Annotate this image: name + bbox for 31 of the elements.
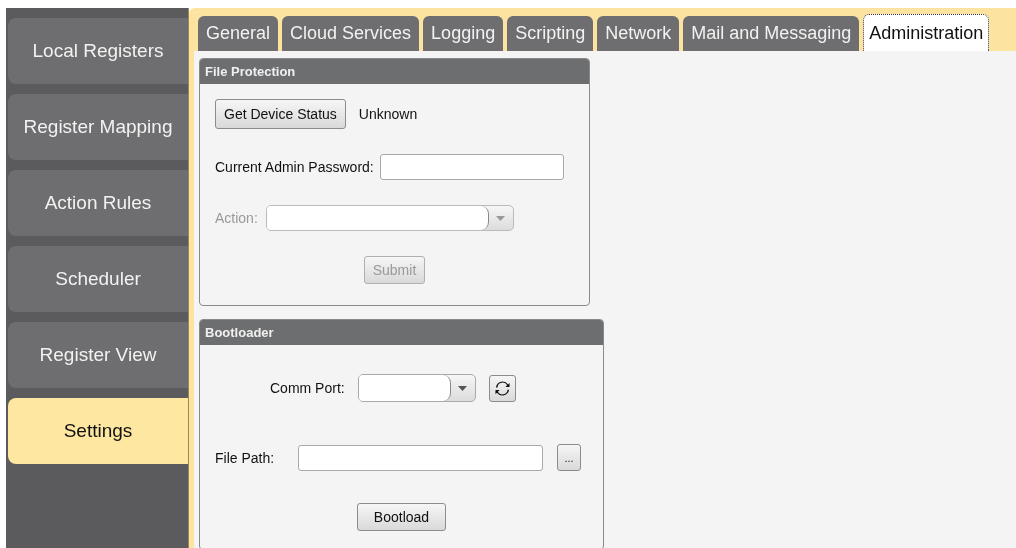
sidebar-item[interactable]: Register View — [8, 322, 188, 388]
refresh-button[interactable] — [488, 374, 516, 402]
sidebar-item[interactable]: Settings — [8, 398, 188, 464]
tab[interactable]: Network — [597, 16, 680, 51]
panel-header: Bootloader — [200, 320, 603, 345]
file-path-field[interactable] — [298, 444, 543, 471]
password-label: Current Admin Password: — [215, 159, 374, 175]
sidebar-item[interactable]: Action Rules — [8, 170, 188, 236]
tab[interactable]: Cloud Services — [282, 16, 420, 51]
refresh-icon — [494, 380, 510, 396]
tab[interactable]: Administration — [863, 14, 990, 51]
tab[interactable]: General — [198, 16, 279, 51]
caret-icon — [458, 385, 468, 391]
file-path-label: File Path: — [215, 449, 276, 466]
tab[interactable]: Logging — [423, 16, 504, 51]
dropdown[interactable] — [357, 374, 476, 402]
panel-header: File Protection — [200, 59, 589, 84]
sidebar-item[interactable]: Local Registers — [8, 18, 188, 84]
comm-port-label: Comm Port: — [270, 380, 345, 396]
tab[interactable]: Scripting — [507, 16, 594, 51]
dropdown[interactable] — [265, 205, 514, 231]
sidebar-item[interactable]: Scheduler — [8, 246, 188, 312]
tab[interactable]: Mail and Messaging — [683, 16, 860, 51]
browse-button[interactable]: ... — [557, 444, 581, 471]
status-value: Unknown — [358, 106, 418, 122]
action-label: Action: — [215, 210, 258, 226]
status-button[interactable]: Get Device Status — [215, 99, 346, 129]
password-field[interactable] — [379, 154, 564, 180]
sidebar-item[interactable]: Register Mapping — [8, 94, 188, 160]
caret-icon — [496, 215, 506, 221]
bootload-button[interactable]: Bootload — [356, 503, 447, 531]
